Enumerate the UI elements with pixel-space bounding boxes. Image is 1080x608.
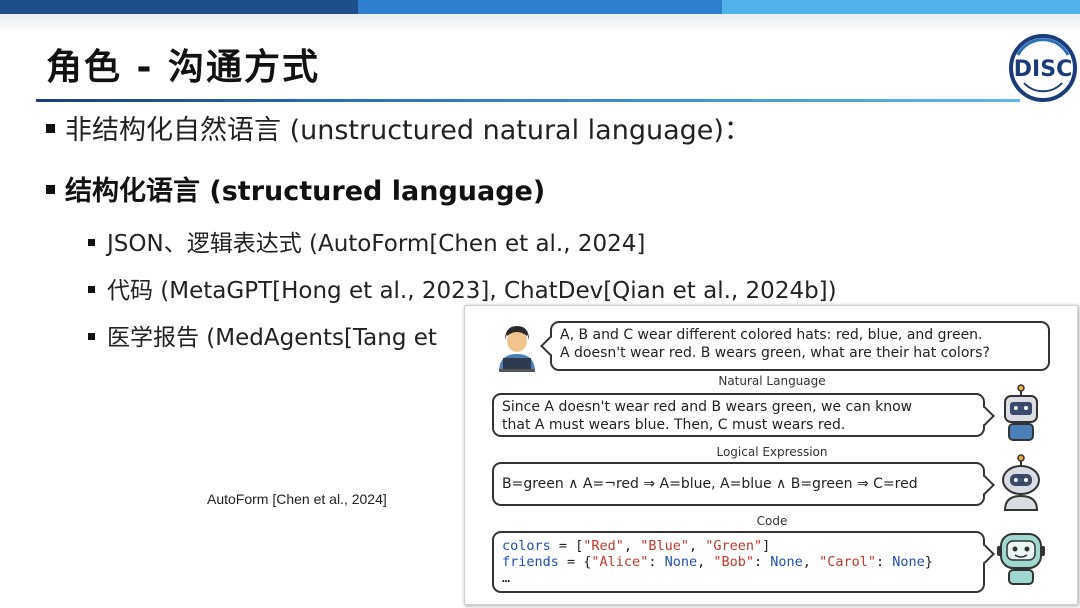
code-line-3: … [502,570,511,586]
code-var-friends: friends [502,554,559,570]
sub-bullet-text: 代码 (MetaGPT[Hong et al., 2023], ChatDev[… [107,278,837,304]
code-var-colors: colors [502,538,551,554]
natural-language-answer: Since A doesn't wear red and B wears gre… [492,393,995,437]
bullet-square-icon [88,286,95,293]
bubble-tail-right [975,475,995,495]
top-bar-dark-segment [0,0,358,14]
bullet-unstructured: 非结构化自然语言 (unstructured natural language)… [46,108,751,147]
top-bar-shadow [0,14,1080,32]
logical-answer-text: B=green ∧ A=¬red ⇒ A=blue, A=blue ∧ B=gr… [502,476,918,492]
code-line-2: friends = {"Alice": None, "Bob": None, "… [502,554,933,570]
code-string: "Alice" [591,554,649,570]
bubble-tail-left [540,336,560,356]
bubble-tail-right [975,544,995,564]
top-bar-light-segment [722,0,1080,14]
label-code: Code [756,514,788,528]
code-none: None [664,554,698,570]
figure-caption: AutoForm [Chen et al., 2024] [207,491,387,507]
question-line-2: A doesn't wear red. B wears green, what … [560,345,990,361]
code-string: "Bob" [713,554,755,570]
bullet-structured: 结构化语言 (structured language) [46,169,545,208]
robot-icon [1004,384,1038,441]
disc-logo: DISC [1009,34,1077,102]
bullet-square-icon [46,185,55,194]
code-eq: = [ [550,538,584,554]
top-bar-mid-segment [358,0,722,14]
code-string: "Blue" [640,538,689,554]
person-laptop-icon [499,326,535,372]
code-answer: colors = ["Red", "Blue", "Green"] friend… [492,531,995,593]
robot-icon [1002,454,1040,511]
bullet-text: 结构化语言 (structured language) [65,176,546,207]
top-color-bar [0,0,1080,14]
sub-bullet-json: JSON、逻辑表达式 (AutoForm[Chen et al., 2024] [88,224,645,258]
autoform-figure: A, B and C wear different colored hats: … [464,305,1078,605]
bullet-square-icon [88,333,95,340]
code-none: None [892,554,925,570]
label-natural-language: Natural Language [718,374,826,388]
code-string: "Red" [583,538,624,554]
sub-bullet-medical: 医学报告 (MedAgents[Tang et [88,318,437,352]
bullet-square-icon [88,239,95,246]
bullet-square-icon [46,124,55,133]
bubble-tail-right [975,406,995,426]
code-string: "Carol" [819,554,876,570]
question-line-1: A, B and C wear different colored hats: … [560,327,983,343]
code-line-1: colors = ["Red", "Blue", "Green"] [502,538,771,554]
sub-bullet-text: 医学报告 (MedAgents[Tang et [107,325,437,351]
code-none: None [770,554,803,570]
question-bubble: A, B and C wear different colored hats: … [540,321,1050,371]
bullet-text: 非结构化自然语言 (unstructured natural language)… [65,115,751,146]
natural-answer-line-2: that A must wears blue. Then, C must wea… [502,417,846,433]
logo-text: DISC [1014,57,1072,82]
robot-icon [997,533,1045,585]
code-string: "Green" [705,538,763,554]
title-underline [36,99,1020,102]
logical-expression-answer: B=green ∧ A=¬red ⇒ A=blue, A=blue ∧ B=gr… [492,462,995,506]
sub-bullet-text: JSON、逻辑表达式 (AutoForm[Chen et al., 2024] [107,231,646,257]
slide-title: 角色 - 沟通方式 [46,47,321,88]
natural-answer-line-1: Since A doesn't wear red and B wears gre… [502,399,913,415]
sub-bullet-code: 代码 (MetaGPT[Hong et al., 2023], ChatDev[… [88,271,837,305]
code-eq: = { [558,554,592,570]
label-logical-expression: Logical Expression [716,445,828,459]
